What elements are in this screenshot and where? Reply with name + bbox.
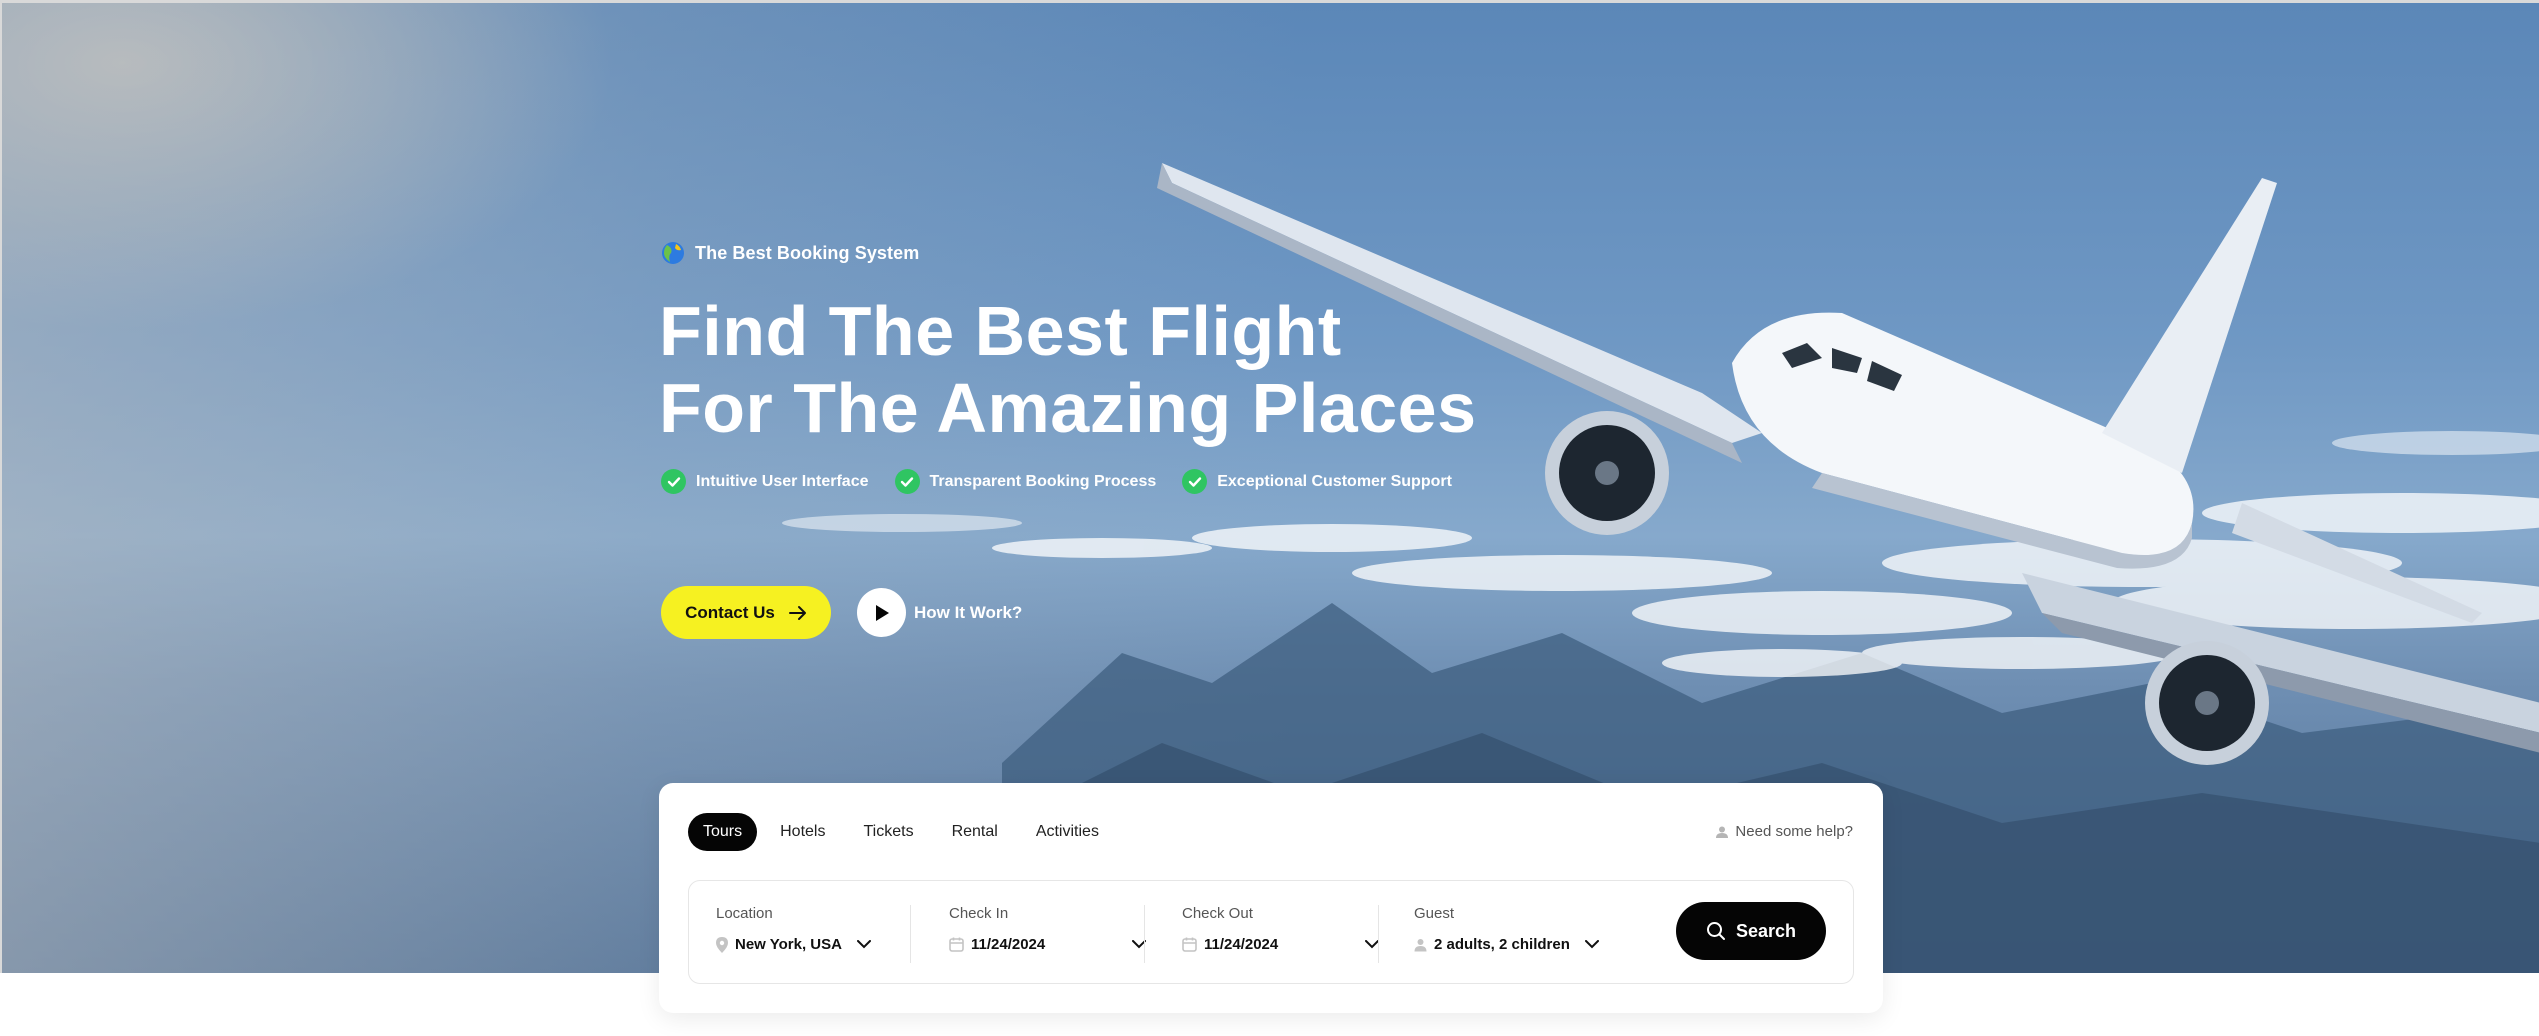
calendar-icon (949, 937, 964, 952)
arrow-right-icon (788, 605, 806, 620)
booking-search-panel: Tours Hotels Tickets Rental Activities N… (659, 783, 1883, 1013)
search-button-label: Search (1735, 920, 1797, 941)
play-icon (857, 588, 906, 637)
check-in-label: Check In (949, 905, 1009, 922)
check-out-field[interactable]: Check Out 11/24/2024 (1145, 881, 1380, 985)
tab-tours[interactable]: Tours (688, 813, 758, 851)
check-in-value: 11/24/2024 (971, 936, 1046, 953)
check-in-value-row: 11/24/2024 (949, 936, 1147, 953)
need-help-link[interactable]: Need some help? (1715, 823, 1853, 840)
need-help-label: Need some help? (1735, 823, 1853, 840)
guest-value: 2 adults, 2 children (1434, 936, 1570, 953)
check-out-value: 11/24/2024 (1204, 936, 1279, 953)
check-icon (894, 469, 920, 494)
calendar-icon (1182, 937, 1197, 952)
tab-rental[interactable]: Rental (937, 813, 1013, 851)
feature-item: Transparent Booking Process (894, 469, 1157, 494)
search-tabs: Tours Hotels Tickets Rental Activities (688, 813, 1114, 851)
tab-activities[interactable]: Activities (1021, 813, 1114, 851)
headline-line-1: Find The Best Flight (659, 292, 1342, 370)
globe-icon (662, 242, 684, 264)
headline-line-2: For The Amazing Places (659, 369, 1477, 447)
check-in-field[interactable]: Check In 11/24/2024 (911, 881, 1147, 985)
guest-field[interactable]: Guest 2 adults, 2 children (1379, 881, 1639, 985)
map-pin-icon (716, 936, 728, 953)
user-icon (1716, 826, 1729, 838)
how-it-works-button[interactable]: How It Work? (857, 588, 1022, 637)
chevron-down-icon (1584, 940, 1599, 949)
chevron-down-icon (856, 940, 871, 949)
check-icon (661, 469, 686, 494)
tab-hotels[interactable]: Hotels (765, 813, 840, 851)
location-field[interactable]: Location New York, USA (689, 881, 909, 985)
guest-label: Guest (1414, 905, 1455, 922)
feature-list: Intuitive User Interface Transparent Boo… (661, 469, 1452, 494)
check-out-label: Check Out (1182, 905, 1253, 922)
badge-text: The Best Booking System (695, 242, 920, 263)
feature-text: Intuitive User Interface (696, 472, 869, 490)
guest-value-row: 2 adults, 2 children (1414, 936, 1599, 953)
user-icon (1414, 938, 1427, 951)
contact-us-label: Contact Us (685, 602, 775, 622)
brand-badge: The Best Booking System (661, 240, 919, 266)
contact-us-button[interactable]: Contact Us (661, 586, 831, 639)
how-it-works-label: How It Work? (914, 602, 1023, 622)
search-button[interactable]: Search (1676, 902, 1826, 960)
check-out-value-row: 11/24/2024 (1182, 936, 1380, 953)
check-icon (1182, 469, 1208, 494)
tab-tickets[interactable]: Tickets (848, 813, 928, 851)
page-title: Find The Best Flight For The Amazing Pla… (659, 293, 1559, 447)
feature-item: Intuitive User Interface (661, 469, 869, 494)
feature-text: Transparent Booking Process (929, 472, 1157, 490)
location-label: Location (716, 905, 773, 922)
search-icon (1706, 922, 1725, 940)
feature-text: Exceptional Customer Support (1217, 472, 1452, 490)
location-value: New York, USA (735, 936, 842, 953)
airplane-image (1157, 163, 2539, 765)
location-value-row: New York, USA (716, 936, 871, 953)
feature-item: Exceptional Customer Support (1182, 469, 1452, 494)
